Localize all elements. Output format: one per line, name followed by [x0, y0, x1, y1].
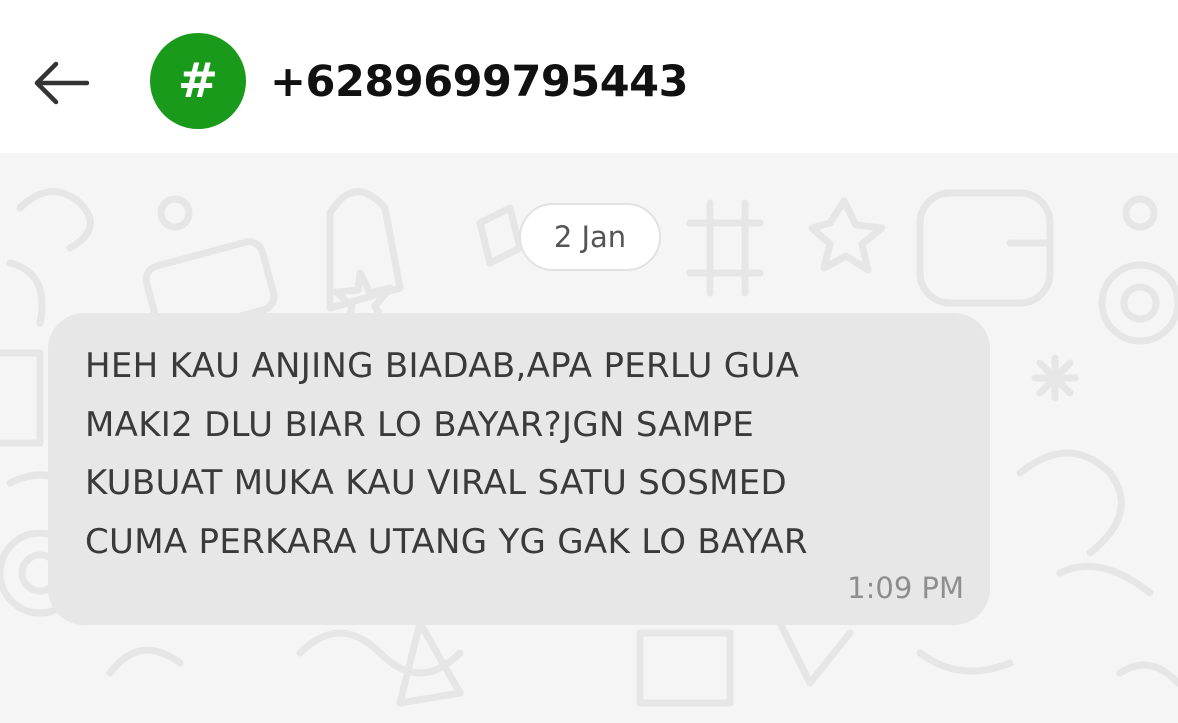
back-button[interactable] — [22, 48, 98, 118]
avatar-glyph: # — [177, 53, 219, 109]
incoming-message-bubble[interactable]: HEH KAU ANJING BIADAB,APA PERLU GUA MAKI… — [48, 313, 990, 625]
avatar[interactable]: # — [150, 33, 246, 129]
chat-screen: # +6289699795443 2 Jan HEH KAU ANJING BI… — [0, 0, 1178, 723]
message-text: HEH KAU ANJING BIADAB,APA PERLU GUA MAKI… — [85, 346, 808, 562]
message-list[interactable]: 2 Jan HEH KAU ANJING BIADAB,APA PERLU GU… — [0, 153, 1178, 723]
chat-header: # +6289699795443 — [0, 0, 1178, 153]
date-label: 2 Jan — [553, 220, 627, 254]
date-separator: 2 Jan — [519, 203, 661, 271]
contact-name[interactable]: +6289699795443 — [270, 52, 688, 112]
message-timestamp: 1:09 PM — [847, 571, 964, 605]
arrow-left-icon — [34, 61, 89, 105]
